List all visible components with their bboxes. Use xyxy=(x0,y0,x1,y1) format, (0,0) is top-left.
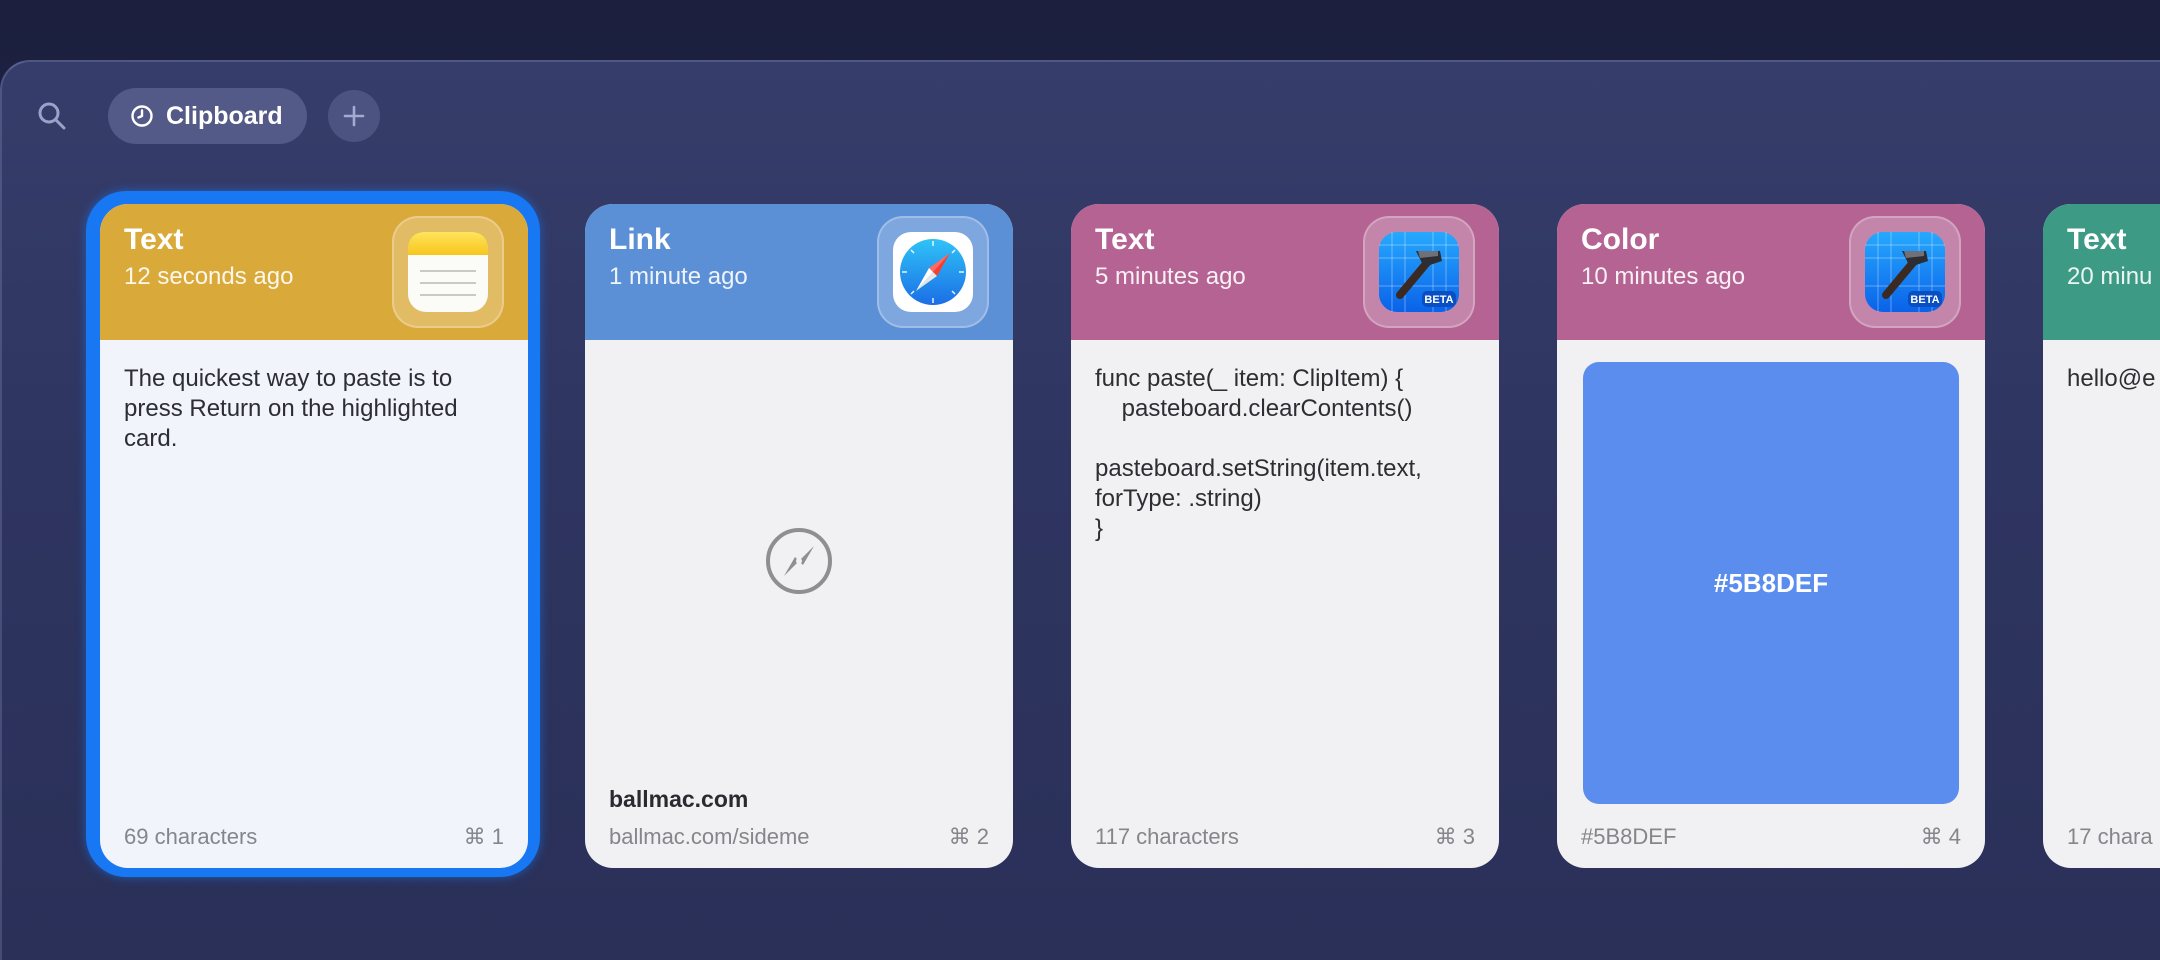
shortcut-label: ⌘ 3 xyxy=(1434,824,1475,849)
color-swatch: #5B8DEF xyxy=(1583,362,1959,804)
source-app xyxy=(392,216,504,328)
color-swatch-label: #5B8DEF xyxy=(1713,568,1829,598)
beta-badge: BETA xyxy=(1910,294,1939,306)
notes-app-icon xyxy=(408,232,488,312)
clip-card-5[interactable]: Text 20 minu hello@e 17 chara xyxy=(2043,204,2160,868)
search-icon xyxy=(38,102,66,130)
shortcut-label: ⌘ 4 xyxy=(1920,824,1961,849)
card-text-content: hello@e xyxy=(2067,365,2156,392)
card-body: hello@e 17 chara xyxy=(2043,340,2160,868)
char-count: 69 characters xyxy=(124,824,258,849)
color-hex: #5B8DEF xyxy=(1581,824,1677,849)
card-header: Text 12 seconds ago xyxy=(100,204,528,340)
tab-clipboard-label: Clipboard xyxy=(166,101,283,130)
card-text-content: The quickest way to paste is to press Re… xyxy=(124,365,458,452)
xcode-beta-app-icon: BETA xyxy=(1379,232,1459,312)
shortcut-label: ⌘ 1 xyxy=(463,824,504,849)
compass-icon xyxy=(766,528,832,594)
tab-clipboard[interactable]: Clipboard xyxy=(108,88,307,144)
link-url: ballmac.com/sideme xyxy=(609,824,810,849)
card-footer: 17 chara xyxy=(2067,822,2153,852)
card-body: #5B8DEF #5B8DEF ⌘ 4 xyxy=(1557,340,1985,868)
link-title: ballmac.com xyxy=(609,786,749,812)
xcode-beta-app-icon: BETA xyxy=(1865,232,1945,312)
source-app: BETA xyxy=(1363,216,1475,328)
card-type: Text xyxy=(2067,223,2127,256)
beta-badge: BETA xyxy=(1424,294,1453,306)
card-header: Color 10 minutes ago BETA xyxy=(1557,204,1985,340)
card-header: Text 20 minu xyxy=(2043,204,2160,340)
source-app xyxy=(877,216,989,328)
source-app: BETA xyxy=(1849,216,1961,328)
card-header: Text 5 minutes ago BETA xyxy=(1071,204,1499,340)
safari-app-icon xyxy=(893,232,973,312)
clip-card-1[interactable]: Text 12 seconds ago The quickest way to … xyxy=(100,204,528,868)
link-preview-placeholder xyxy=(764,526,834,604)
shortcut-label: ⌘ 2 xyxy=(948,824,989,849)
search-button[interactable] xyxy=(32,96,72,136)
card-time: 20 minu xyxy=(2067,263,2153,290)
card-footer: 69 characters ⌘ 1 xyxy=(124,822,504,852)
card-footer: ballmac.com/sideme ⌘ 2 xyxy=(609,822,989,852)
card-header: Link 1 minute ago xyxy=(585,204,1013,340)
card-body: The quickest way to paste is to press Re… xyxy=(100,340,528,868)
clock-icon xyxy=(131,105,153,127)
card-text-content: func paste(_ item: ClipItem) { pasteboar… xyxy=(1095,365,1422,542)
card-body: ballmac.com ballmac.com/sideme ⌘ 2 xyxy=(585,340,1013,868)
char-count: 117 characters xyxy=(1095,824,1239,849)
card-footer: #5B8DEF ⌘ 4 xyxy=(1581,822,1961,852)
card-footer: 117 characters ⌘ 3 xyxy=(1095,822,1475,852)
clip-card-4[interactable]: Color 10 minutes ago BETA #5B8DEF #5B8DE… xyxy=(1557,204,1985,868)
char-count: 17 chara xyxy=(2067,824,2153,849)
plus-icon xyxy=(343,105,365,127)
card-body: func paste(_ item: ClipItem) { pasteboar… xyxy=(1071,340,1499,868)
clip-card-2[interactable]: Link 1 minute ago ballmac.com ballmac.co… xyxy=(585,204,1013,868)
clip-card-3[interactable]: Text 5 minutes ago BETA func paste(_ ite… xyxy=(1071,204,1499,868)
add-tab-button[interactable] xyxy=(328,90,380,142)
